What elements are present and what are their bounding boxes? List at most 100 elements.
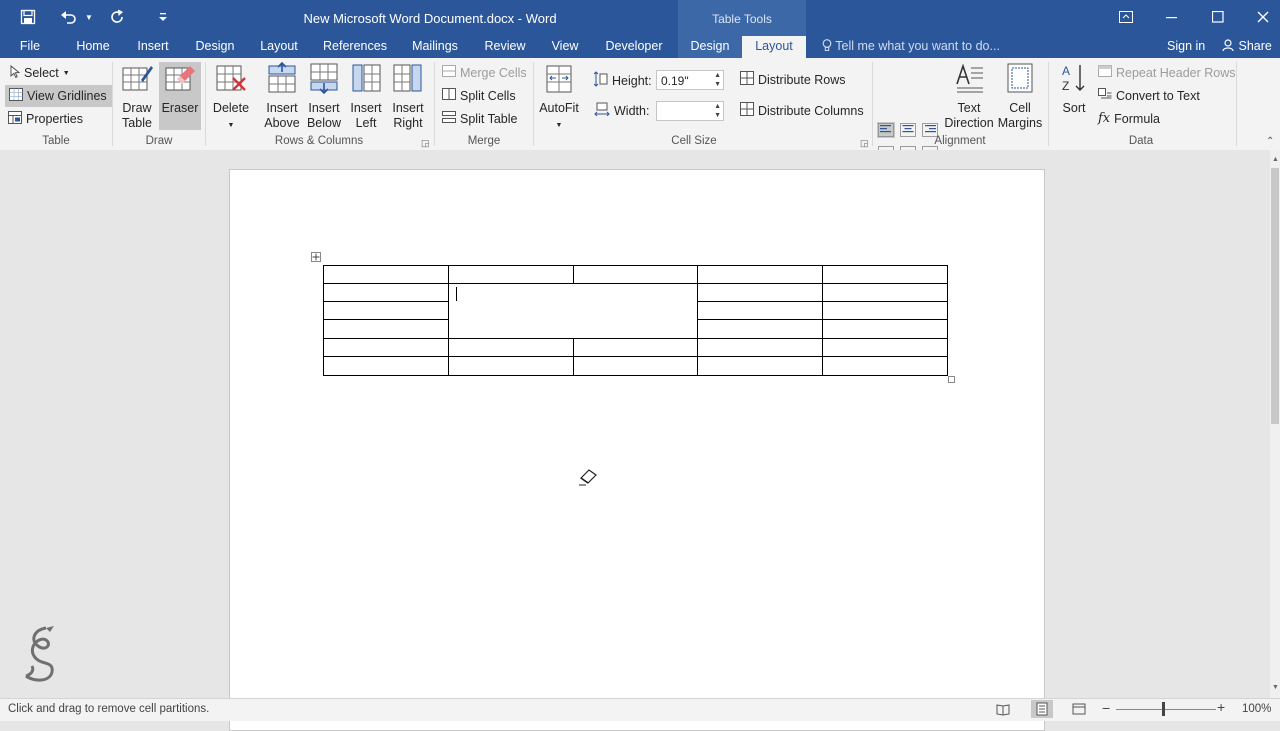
tab-table-design[interactable]: Design <box>678 36 742 58</box>
view-gridlines-button[interactable]: View Gridlines <box>5 85 113 107</box>
height-label: Height: <box>612 73 652 88</box>
height-input[interactable]: 0.19" ▲ ▼ <box>656 70 724 90</box>
zoom-slider-thumb[interactable] <box>1162 702 1165 716</box>
repeat-header-rows-button[interactable]: Repeat Header Rows <box>1098 65 1236 80</box>
insert-below-label-2: Below <box>306 116 342 130</box>
tab-design[interactable]: Design <box>188 36 242 58</box>
properties-button[interactable]: Properties <box>8 111 83 127</box>
print-layout-icon[interactable] <box>1031 700 1053 718</box>
table-resize-handle[interactable] <box>948 376 955 383</box>
table-border-horizontal[interactable] <box>323 301 449 302</box>
tab-insert[interactable]: Insert <box>130 36 176 58</box>
spin-down-icon[interactable]: ▼ <box>714 112 721 120</box>
group-separator <box>434 62 435 146</box>
table-border-horizontal[interactable] <box>323 319 449 320</box>
document-title: New Microsoft Word Document.docx - Word <box>303 11 557 26</box>
insert-left-button[interactable]: Insert Left <box>344 62 388 130</box>
dragon-logo <box>16 624 62 689</box>
autofit-icon <box>536 62 582 98</box>
select-button[interactable]: Select ▼ <box>10 65 70 81</box>
scroll-down-icon[interactable]: ▼ <box>1272 684 1279 691</box>
insert-above-label-2: Above <box>264 116 300 130</box>
read-mode-icon[interactable] <box>996 702 1010 719</box>
table-border-horizontal[interactable] <box>323 356 948 357</box>
distribute-columns-icon <box>740 102 754 119</box>
merge-cells-button[interactable]: Merge Cells <box>442 65 527 80</box>
cursor-arrow-icon <box>10 65 21 81</box>
dialog-launcher-icon[interactable]: ◲ <box>860 138 869 149</box>
zoom-out-icon[interactable]: − <box>1102 700 1110 716</box>
distribute-columns-button[interactable]: Distribute Columns <box>740 102 864 119</box>
width-label: Width: <box>614 103 650 118</box>
split-table-button[interactable]: Split Table <box>442 111 517 126</box>
tab-home[interactable]: Home <box>68 36 118 58</box>
tell-me-search[interactable]: Tell me what you want to do... <box>822 39 1000 53</box>
insert-above-button[interactable]: Insert Above <box>260 61 304 130</box>
ribbon-display-icon[interactable] <box>1103 0 1149 34</box>
group-label-merge: Merge <box>467 135 501 147</box>
convert-to-text-button[interactable]: Convert to Text <box>1098 88 1200 103</box>
table-border-vertical[interactable] <box>697 265 698 376</box>
scrollbar-thumb[interactable] <box>1271 168 1279 424</box>
document-page[interactable] <box>229 169 1045 731</box>
table-move-handle-icon[interactable] <box>311 252 321 262</box>
cell-margins-button[interactable]: Cell Margins <box>995 62 1045 130</box>
delete-button[interactable]: Delete ▼ <box>209 62 253 132</box>
chevron-down-icon: ▼ <box>62 69 70 77</box>
tab-view[interactable]: View <box>544 36 586 58</box>
autofit-label: AutoFit <box>539 101 579 115</box>
table-border-vertical[interactable] <box>573 265 574 283</box>
text-direction-button[interactable]: Text Direction <box>943 62 995 130</box>
insert-right-button[interactable]: Insert Right <box>386 62 430 130</box>
table-border-vertical[interactable] <box>573 338 574 375</box>
zoom-level[interactable]: 100% <box>1242 703 1271 715</box>
scroll-up-icon[interactable]: ▲ <box>1272 156 1279 163</box>
group-label-draw: Draw <box>145 135 173 147</box>
formula-button[interactable]: fx Formula <box>1098 111 1160 126</box>
autofit-button[interactable]: AutoFit ▼ <box>536 62 582 132</box>
spin-down-icon[interactable]: ▼ <box>714 81 721 89</box>
group-separator <box>533 62 534 146</box>
table-border-vertical[interactable] <box>822 265 823 376</box>
collapse-ribbon-icon[interactable]: ⌃ <box>1266 136 1274 147</box>
split-cells-icon <box>442 88 456 103</box>
eraser-button[interactable]: Eraser <box>159 62 201 130</box>
cell-margins-label-2: Margins <box>997 116 1043 130</box>
dialog-launcher-icon[interactable]: ◲ <box>421 138 430 149</box>
merged-table-cell[interactable] <box>449 284 697 338</box>
tab-developer[interactable]: Developer <box>598 36 670 58</box>
share-button[interactable]: Share <box>1222 39 1272 53</box>
close-icon[interactable] <box>1240 0 1280 34</box>
tab-file[interactable]: File <box>12 36 48 58</box>
zoom-in-icon[interactable]: + <box>1217 699 1225 715</box>
tab-references[interactable]: References <box>318 36 392 58</box>
text-cursor <box>456 287 457 301</box>
convert-to-text-label: Convert to Text <box>1116 88 1200 103</box>
eraser-label: Eraser <box>161 101 199 115</box>
distribute-rows-button[interactable]: Distribute Rows <box>740 71 846 88</box>
width-input[interactable]: ▲ ▼ <box>656 101 724 121</box>
sort-button[interactable]: AZ Sort <box>1054 62 1094 130</box>
web-layout-icon[interactable] <box>1072 702 1086 719</box>
table-border-horizontal[interactable] <box>323 265 948 266</box>
maximize-icon[interactable] <box>1195 0 1241 34</box>
split-cells-button[interactable]: Split Cells <box>442 88 516 103</box>
insert-below-button[interactable]: Insert Below <box>302 62 346 130</box>
draw-table-label-2: Table <box>122 116 152 130</box>
table-border-vertical[interactable] <box>323 265 324 376</box>
table-border-horizontal[interactable] <box>323 338 948 339</box>
minimize-icon[interactable] <box>1149 0 1195 34</box>
spin-up-icon[interactable]: ▲ <box>714 103 721 111</box>
tab-layout[interactable]: Layout <box>252 36 306 58</box>
draw-table-button[interactable]: Draw Table <box>116 62 158 130</box>
table-border-vertical[interactable] <box>947 265 948 376</box>
status-bar: Click and drag to remove cell partitions… <box>0 698 1280 721</box>
zoom-slider[interactable] <box>1116 709 1216 710</box>
table-border-horizontal[interactable] <box>323 375 948 376</box>
tab-mailings[interactable]: Mailings <box>404 36 466 58</box>
spin-up-icon[interactable]: ▲ <box>714 72 721 80</box>
vertical-scrollbar[interactable]: ▲ ▼ <box>1270 150 1280 698</box>
tab-review[interactable]: Review <box>478 36 532 58</box>
tab-table-layout[interactable]: Layout <box>742 36 806 58</box>
sign-in-link[interactable]: Sign in <box>1167 39 1205 53</box>
